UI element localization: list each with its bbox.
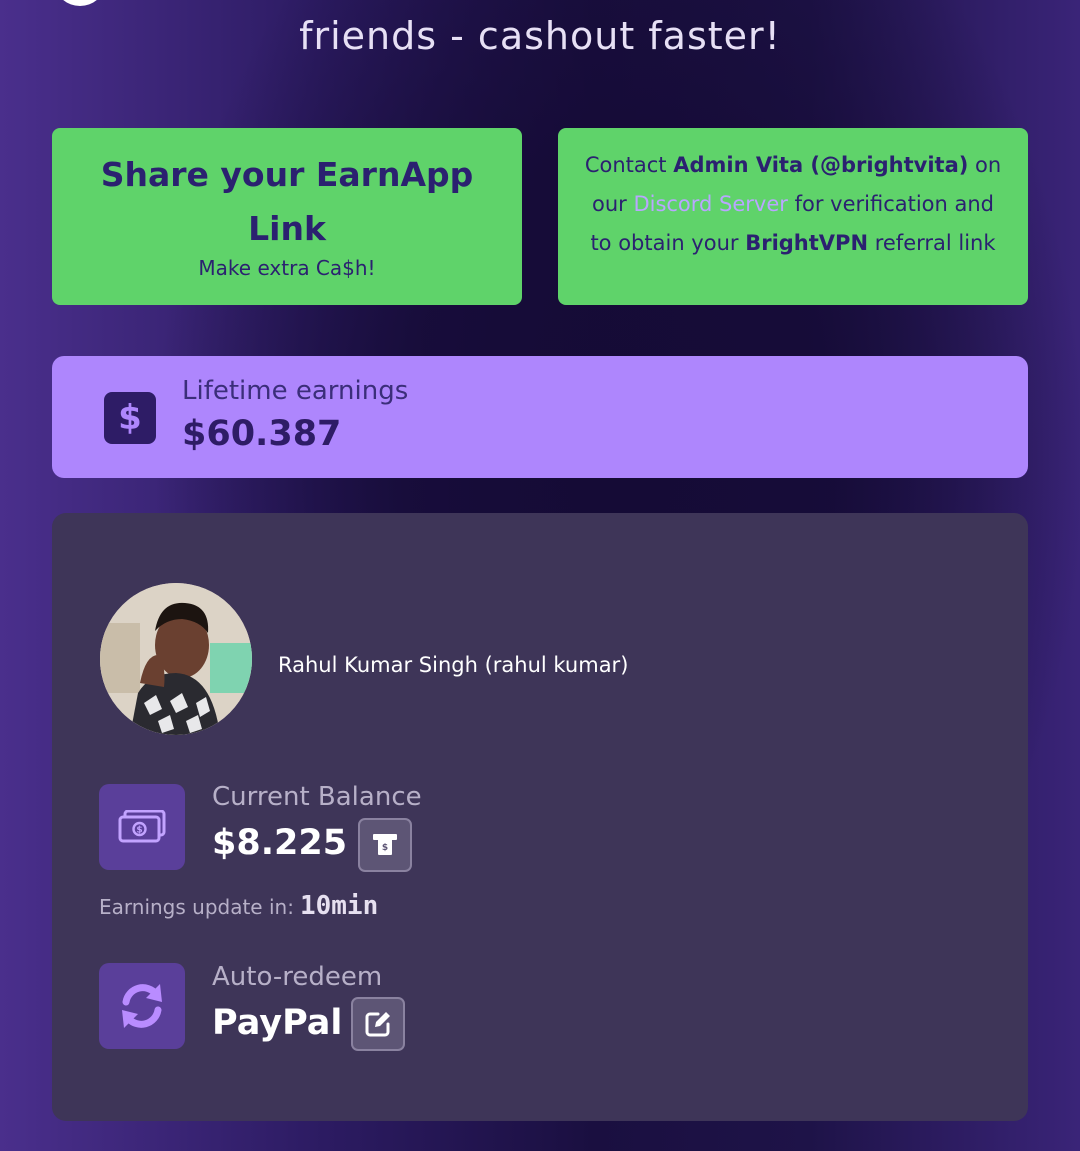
edit-icon: [365, 1012, 390, 1037]
svg-text:$: $: [382, 843, 388, 853]
discord-link[interactable]: Discord Server: [633, 192, 787, 216]
profile-card: Rahul Kumar Singh (rahul kumar) $ Curren…: [52, 513, 1028, 1121]
contact-text-part: our: [591, 192, 634, 216]
update-time: 10min: [299, 891, 379, 921]
avatar: [100, 583, 252, 735]
cashout-button[interactable]: $: [358, 818, 412, 872]
share-link-card[interactable]: Share your EarnApp Link Make extra Ca$h!: [52, 128, 522, 305]
contact-card: Contact Admin Vita (@brightvita) on our …: [558, 128, 1028, 305]
share-title-line2: Link: [248, 209, 326, 248]
contact-text-part: referral link: [868, 231, 996, 255]
share-title: Share your EarnApp Link: [52, 148, 522, 256]
atm-icon: $: [373, 834, 397, 855]
contact-text: Contact Admin Vita (@brightvita) on our …: [580, 146, 1006, 263]
share-title-line1: Share your EarnApp: [100, 155, 474, 194]
lifetime-earnings-card: $ Lifetime earnings $60.387: [52, 356, 1028, 478]
auto-redeem-value: PayPal: [212, 1003, 343, 1043]
contact-text-part: on: [968, 153, 1002, 177]
user-name: Rahul Kumar Singh (rahul kumar): [278, 653, 629, 677]
balance-value: $8.225: [212, 823, 348, 863]
update-label: Earnings update in:: [99, 895, 294, 919]
svg-text:$: $: [136, 826, 142, 836]
sync-icon: [99, 963, 185, 1049]
brightvpn-text: BrightVPN: [745, 231, 869, 255]
auto-redeem-label: Auto-redeem: [212, 962, 383, 992]
earnings-update-row: Earnings update in: 10min: [99, 891, 378, 921]
edit-redeem-button[interactable]: [351, 997, 405, 1051]
balance-label: Current Balance: [212, 782, 422, 812]
share-subtitle: Make extra Ca$h!: [198, 256, 376, 280]
contact-text-part: to obtain your: [590, 231, 746, 255]
hero-icon: [56, 0, 104, 6]
contact-text-part: Contact: [584, 153, 674, 177]
dollar-icon: $: [104, 392, 156, 444]
lifetime-value: $60.387: [182, 414, 342, 454]
money-icon: $: [99, 784, 185, 870]
hero-text: friends - cashout faster!: [299, 14, 781, 58]
contact-text-part: for verification and: [787, 192, 995, 216]
admin-name: Admin Vita (@brightvita): [673, 153, 969, 177]
lifetime-label: Lifetime earnings: [182, 376, 409, 406]
